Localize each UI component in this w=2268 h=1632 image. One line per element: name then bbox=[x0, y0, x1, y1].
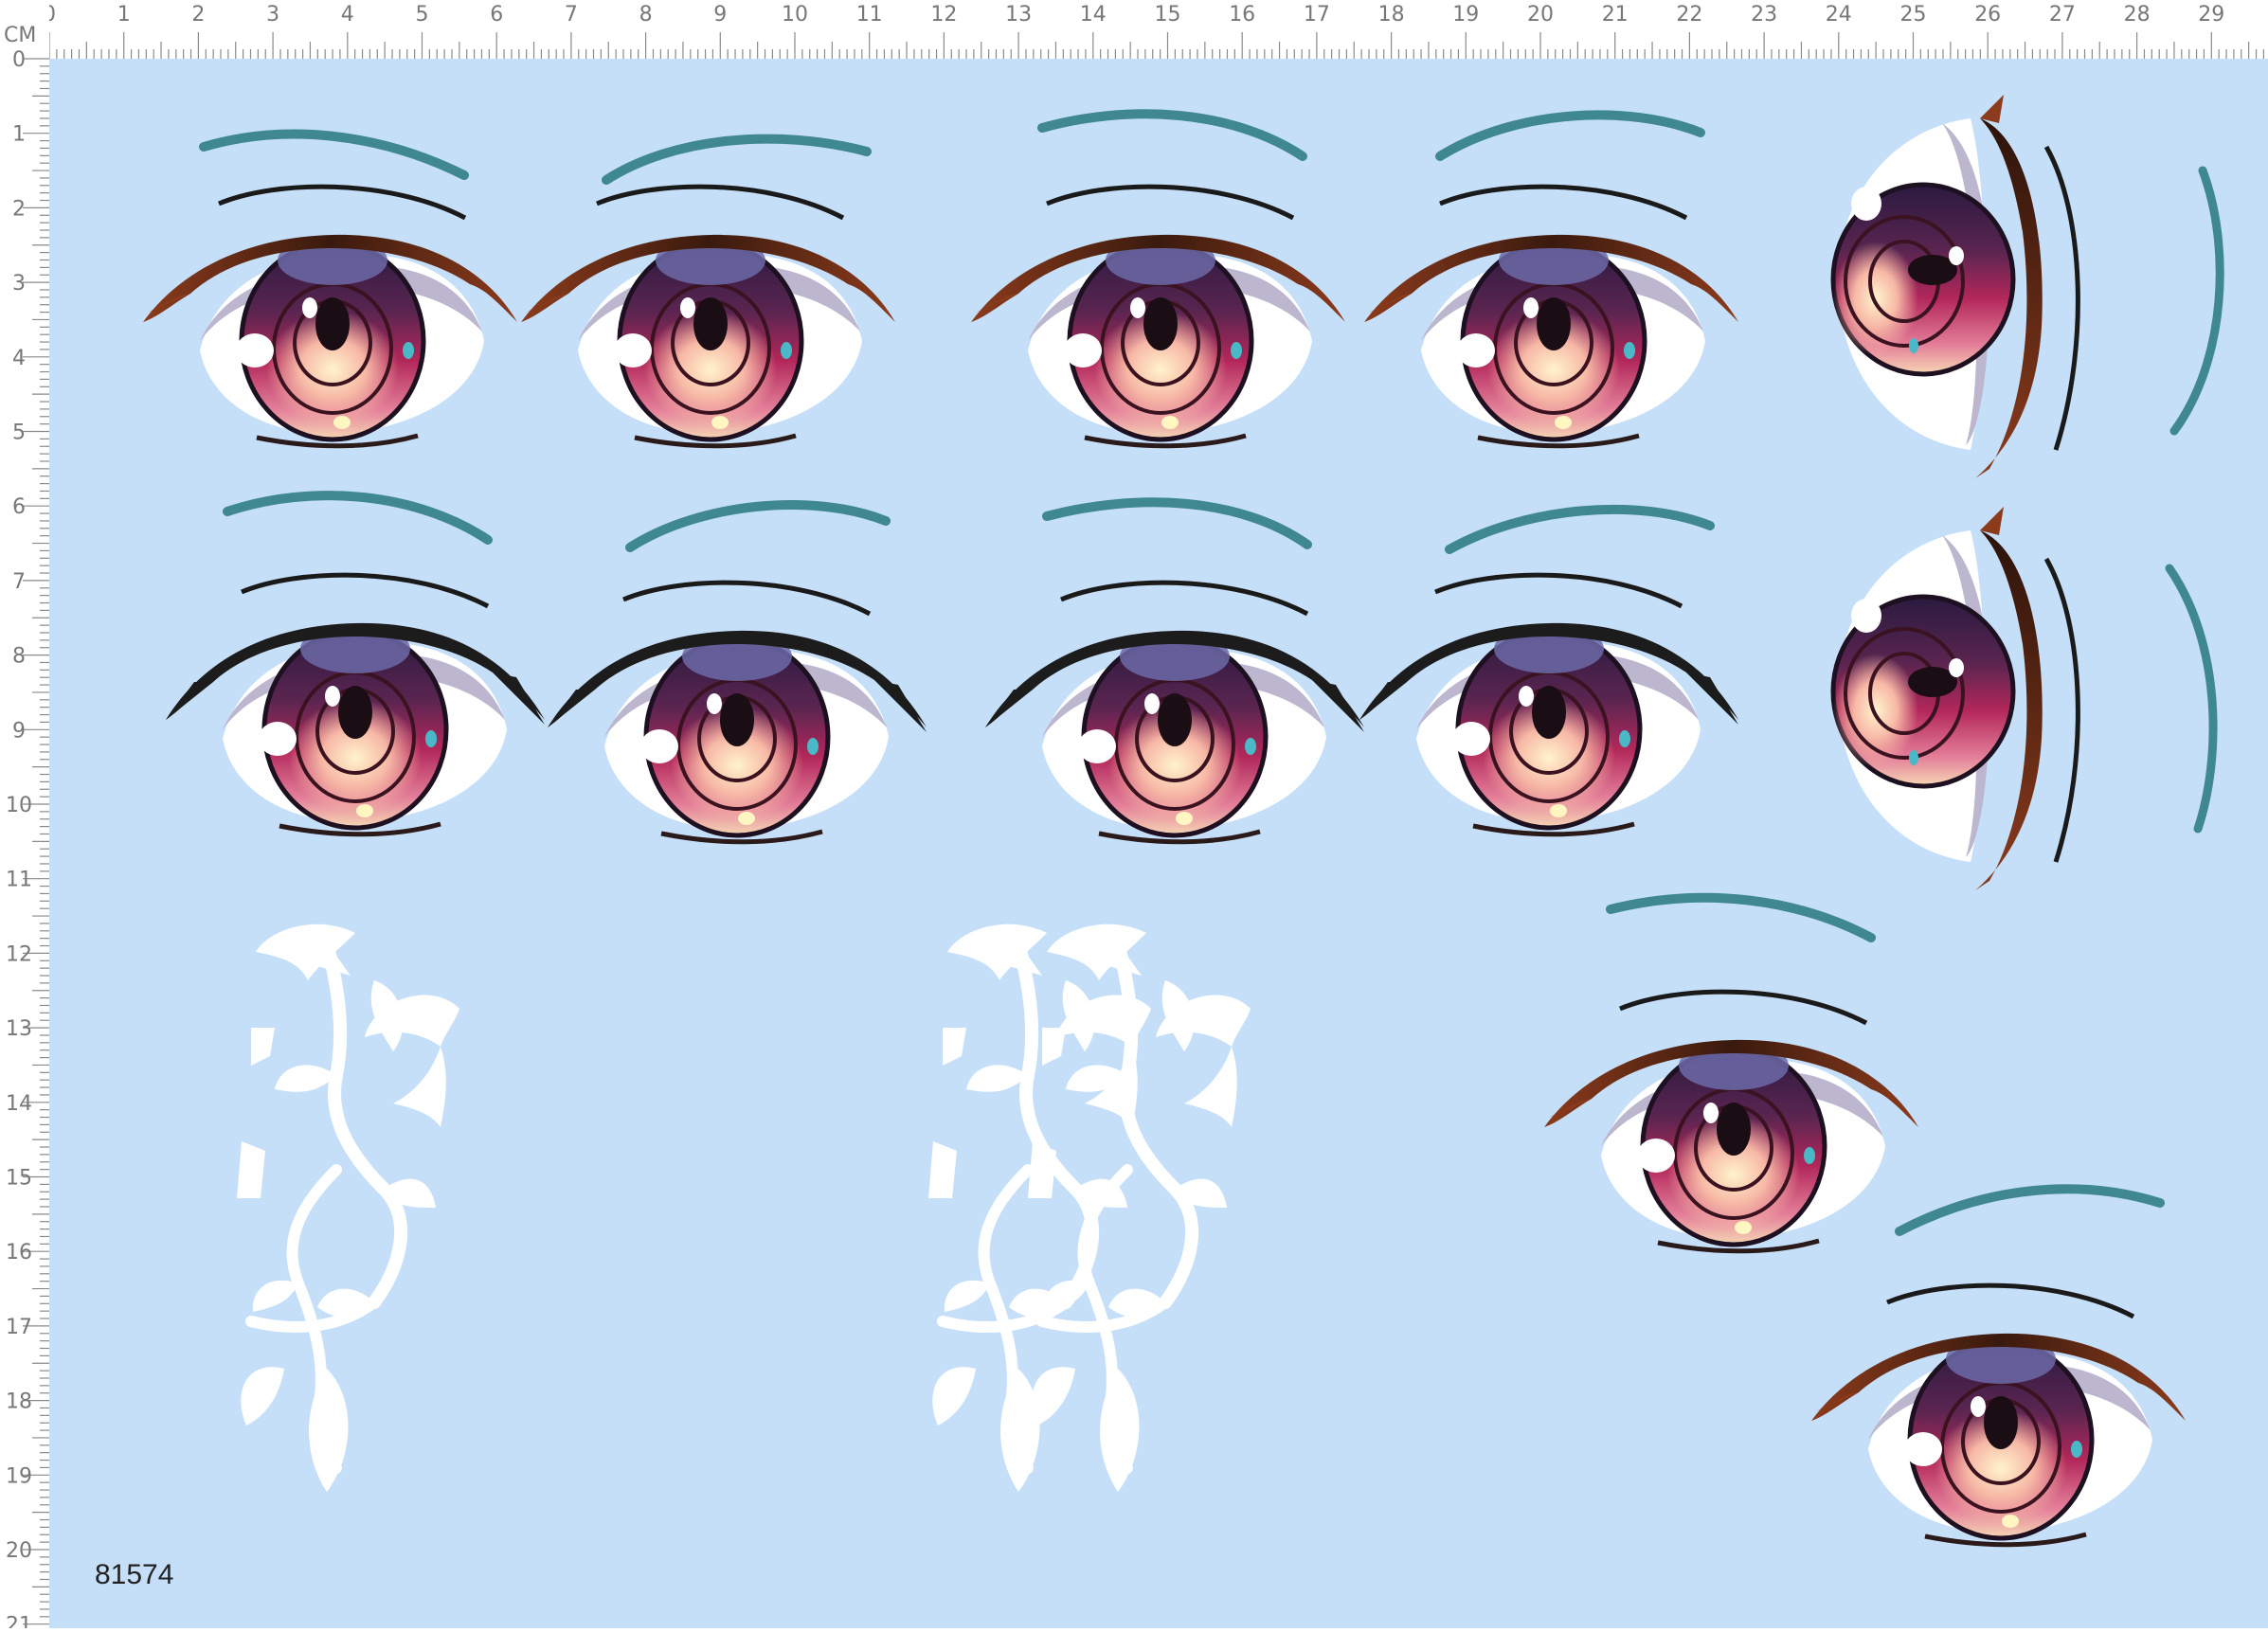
left-ruler-label: 10 bbox=[6, 794, 32, 817]
left-ruler: 0123456789101112131415161718192021 bbox=[0, 0, 49, 1632]
left-ruler-label: 15 bbox=[6, 1167, 32, 1191]
top-ruler-label: 13 bbox=[1005, 3, 1032, 27]
left-ruler-label: 16 bbox=[6, 1241, 32, 1264]
top-ruler: 0123456789101112131415161718192021222324… bbox=[0, 0, 2268, 59]
left-ruler-label: 0 bbox=[12, 48, 26, 72]
top-ruler-label: 21 bbox=[1602, 3, 1629, 27]
top-ruler-label: 16 bbox=[1229, 3, 1255, 27]
left-ruler-label: 12 bbox=[6, 942, 32, 966]
top-ruler-label: 5 bbox=[416, 3, 429, 27]
left-ruler-label: 20 bbox=[6, 1539, 32, 1563]
left-ruler-label: 3 bbox=[12, 272, 26, 296]
top-ruler-label: 17 bbox=[1304, 3, 1330, 27]
top-ruler-label: 26 bbox=[1974, 3, 2001, 27]
left-ruler-label: 9 bbox=[12, 719, 26, 743]
left-ruler-label: 1 bbox=[12, 123, 26, 147]
product-code: 81574 bbox=[95, 1559, 173, 1590]
top-ruler-label: 4 bbox=[341, 3, 354, 27]
top-ruler-label: 20 bbox=[1527, 3, 1554, 27]
top-ruler-label: 22 bbox=[1676, 3, 1702, 27]
top-ruler-label: 2 bbox=[191, 3, 205, 27]
left-ruler-label: 21 bbox=[6, 1614, 32, 1628]
decal-sheet-canvas: 0123456789101112131415161718192021222324… bbox=[0, 0, 2268, 1632]
decal-sheet: 0123456789101112131415161718192021222324… bbox=[0, 0, 2268, 1632]
left-ruler-label: 6 bbox=[12, 495, 26, 519]
left-ruler-label: 7 bbox=[12, 570, 26, 594]
top-ruler-label: 1 bbox=[117, 3, 131, 27]
left-ruler-label: 19 bbox=[6, 1464, 32, 1488]
left-ruler-label: 17 bbox=[6, 1316, 32, 1339]
top-ruler-label: 7 bbox=[565, 3, 578, 27]
top-ruler-label: 15 bbox=[1155, 3, 1181, 27]
top-ruler-label: 8 bbox=[639, 3, 653, 27]
top-ruler-label: 18 bbox=[1378, 3, 1405, 27]
top-ruler-label: 24 bbox=[1826, 3, 1852, 27]
top-ruler-label: 27 bbox=[2049, 3, 2076, 27]
top-ruler-label: 12 bbox=[930, 3, 957, 27]
top-ruler-label: 29 bbox=[2198, 3, 2224, 27]
top-ruler-label: 19 bbox=[1452, 3, 1479, 27]
top-ruler-label: 14 bbox=[1080, 3, 1107, 27]
left-ruler-label: 18 bbox=[6, 1390, 32, 1414]
left-ruler-label: 4 bbox=[12, 347, 26, 370]
left-ruler-label: 11 bbox=[6, 869, 32, 892]
ruler-unit-label: CM bbox=[4, 24, 36, 47]
top-ruler-label: 25 bbox=[1900, 3, 1927, 27]
left-ruler-label: 5 bbox=[12, 421, 26, 445]
top-ruler-label: 10 bbox=[782, 3, 808, 27]
top-ruler-label: 28 bbox=[2124, 3, 2151, 27]
top-ruler-label: 11 bbox=[856, 3, 883, 27]
top-ruler-label: 3 bbox=[266, 3, 279, 27]
top-ruler-label: 9 bbox=[713, 3, 727, 27]
left-ruler-label: 8 bbox=[12, 645, 26, 669]
left-ruler-label: 2 bbox=[12, 197, 26, 221]
left-ruler-label: 13 bbox=[6, 1017, 32, 1041]
left-ruler-label: 14 bbox=[6, 1092, 32, 1116]
top-ruler-label: 6 bbox=[490, 3, 503, 27]
top-ruler-label: 23 bbox=[1751, 3, 1777, 27]
